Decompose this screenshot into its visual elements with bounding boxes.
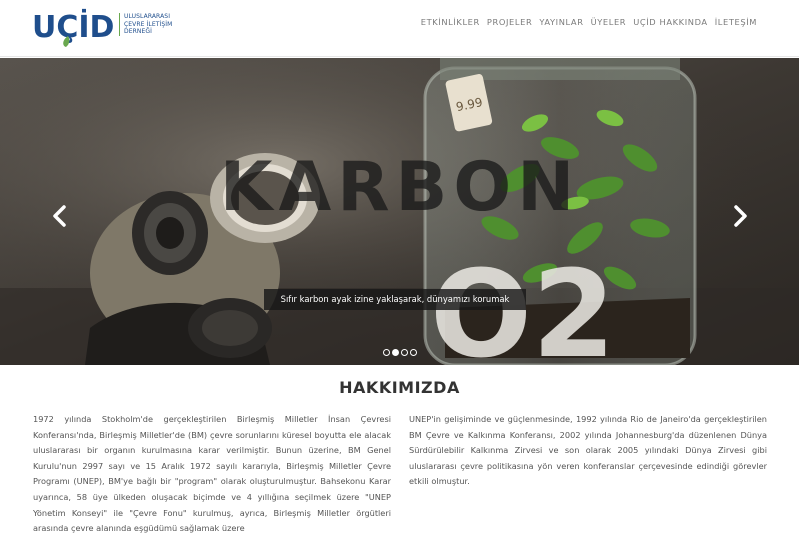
ucid-logo[interactable]: UÇİD: [32, 6, 120, 48]
carousel-next-button[interactable]: [730, 204, 750, 228]
nav-item-etkinlikler[interactable]: ETKİNLİKLER: [421, 17, 480, 27]
about-text-right: UNEP'in gelişiminde ve güçlenmesinde, 19…: [409, 414, 767, 487]
hero-image: 9.99 O2 KARBON: [0, 58, 799, 365]
about-text-left: 1972 yılında Stokholm'de gerçekleştirile…: [33, 414, 391, 533]
logo-wordmark: UÇİD: [32, 9, 114, 45]
carousel-prev-button[interactable]: [50, 204, 70, 228]
nav-item-ucid-hakkinda[interactable]: UÇİD HAKKINDA: [633, 17, 708, 27]
hero-carousel[interactable]: 9.99 O2 KARBON Sıfır karbon ayak izine y…: [0, 58, 799, 365]
carousel-dot[interactable]: [401, 349, 408, 356]
slide-caption: Sıfır karbon ayak izine yaklaşarak, düny…: [264, 289, 526, 310]
carousel-dot[interactable]: [383, 349, 390, 356]
nav-item-yayinlar[interactable]: YAYINLAR: [539, 17, 583, 27]
logo-subtitle-line: DERNEĞİ: [124, 28, 152, 35]
logo-subtitle: ULUSLARARASI ÇEVRE İLETİŞİM DERNEĞİ: [119, 13, 172, 36]
carousel-dot[interactable]: [410, 349, 417, 356]
chevron-left-icon: [53, 205, 66, 227]
nav-item-iletisim[interactable]: İLETEŞİM: [715, 17, 757, 27]
karbon-overlay-word: KARBON: [220, 148, 580, 227]
about-heading: HAKKIMIZDA: [339, 378, 460, 397]
logo-subtitle-line: ÇEVRE İLETİŞİM: [124, 20, 173, 28]
logo-subtitle-line: ULUSLARARASI: [124, 13, 171, 20]
chevron-right-icon: [734, 205, 747, 227]
site-header: UÇİD ULUSLARARASI ÇEVRE İLETİŞİM DERNEĞİ…: [0, 0, 799, 57]
carousel-indicators: [383, 349, 417, 356]
carousel-dot-active[interactable]: [392, 349, 399, 356]
nav-item-uyeler[interactable]: ÜYELER: [591, 17, 627, 27]
nav-item-projeler[interactable]: PROJELER: [487, 17, 532, 27]
main-nav: ETKİNLİKLER PROJELER YAYINLAR ÜYELER UÇİ…: [421, 17, 757, 27]
